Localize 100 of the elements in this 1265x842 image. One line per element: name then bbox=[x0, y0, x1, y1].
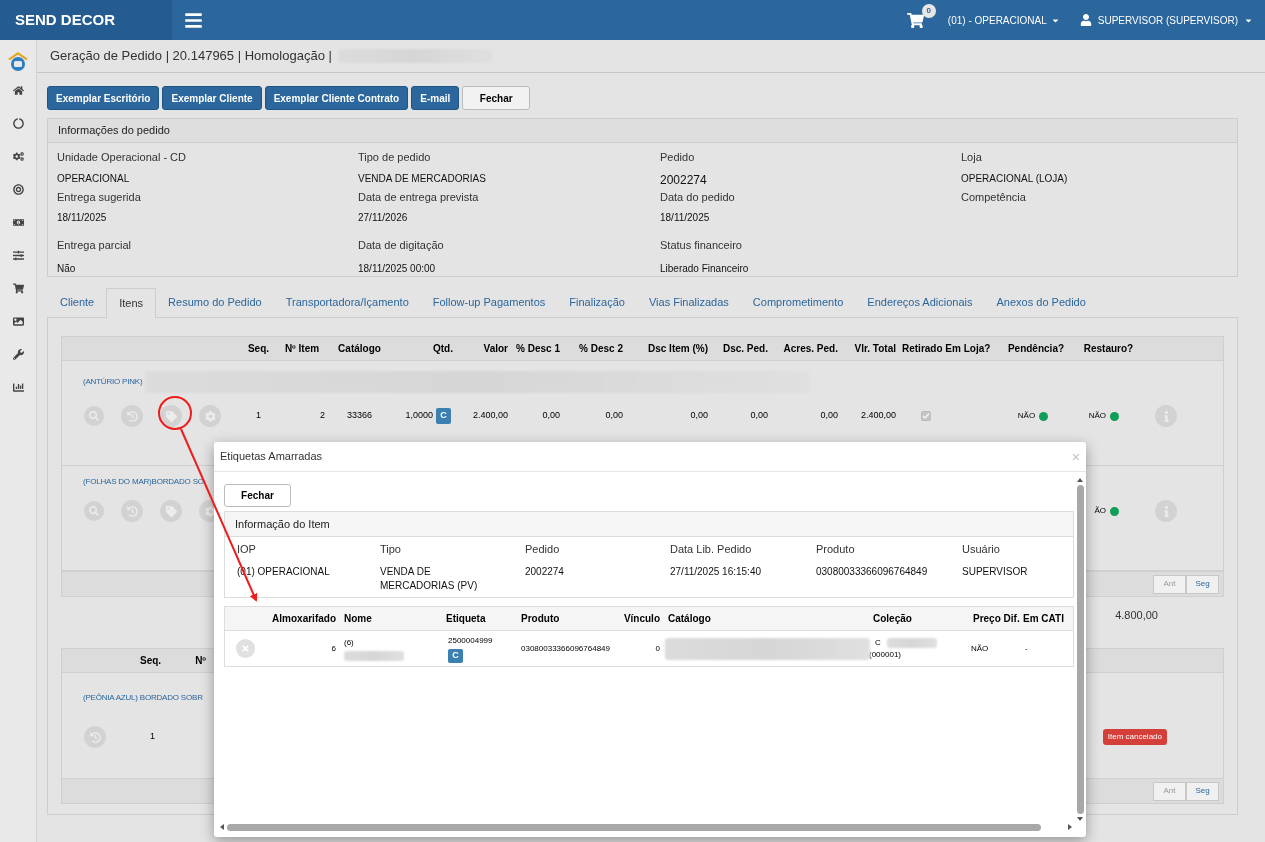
action-button[interactable]: E-mail bbox=[411, 86, 460, 110]
field-value: 03080033366096764849 bbox=[816, 564, 929, 579]
tab[interactable]: Transportadora/Içamento bbox=[273, 287, 421, 317]
horizontal-scrollbar[interactable] bbox=[220, 821, 1072, 833]
tab[interactable]: Follow-up Pagamentos bbox=[420, 287, 558, 317]
column-header: % Desc 1 bbox=[516, 342, 560, 356]
table-cell: 0 bbox=[655, 642, 660, 655]
field-value: 18/11/2025 bbox=[57, 211, 108, 225]
status-badge: Item cancelado bbox=[1102, 729, 1167, 745]
table-cell: 33366 bbox=[347, 409, 372, 423]
tag-icon[interactable] bbox=[160, 405, 182, 427]
home-icon[interactable] bbox=[12, 85, 24, 96]
action-button[interactable]: Fechar bbox=[462, 86, 531, 110]
user-menu[interactable]: SUPERVISOR (SUPERVISOR) bbox=[1079, 12, 1253, 28]
tab[interactable]: Finalização bbox=[557, 287, 637, 317]
field-value: 18/11/2025 00:00 bbox=[358, 261, 437, 276]
column-header: Dsc Item (%) bbox=[648, 342, 708, 356]
column-header: % Desc 2 bbox=[579, 342, 623, 356]
menu-icon[interactable] bbox=[184, 10, 203, 30]
table-cell: 0,00 bbox=[690, 409, 708, 423]
image-icon[interactable] bbox=[12, 316, 24, 327]
catalog-badge[interactable]: C bbox=[448, 648, 463, 663]
field-value: VENDA DE MERCADORIAS (PV) bbox=[380, 564, 479, 593]
catalog-badge[interactable]: C bbox=[436, 408, 451, 424]
field-label: Data do pedido bbox=[660, 189, 736, 205]
tab[interactable]: Resumo do Pedido bbox=[156, 287, 274, 317]
column-header: Vlr. Total bbox=[854, 342, 896, 356]
table-cell: 2500004999 bbox=[448, 634, 493, 647]
field-label: Competência bbox=[961, 189, 1027, 205]
gears-icon[interactable] bbox=[12, 151, 24, 162]
money-icon[interactable] bbox=[12, 217, 24, 228]
column-header: Restauro? bbox=[1083, 342, 1134, 356]
table-cell: 0,00 bbox=[542, 409, 560, 423]
column-header: Coleção bbox=[873, 612, 912, 626]
pager-button[interactable]: Ant bbox=[1153, 781, 1186, 801]
tab[interactable]: Itens bbox=[106, 288, 157, 318]
tab[interactable]: Cliente bbox=[48, 287, 107, 317]
column-header: Seq. bbox=[247, 342, 270, 356]
table-cell: 2 bbox=[320, 409, 325, 423]
pager-button[interactable]: Ant bbox=[1153, 574, 1186, 594]
field-value: 18/11/2025 bbox=[660, 211, 711, 225]
table-cell: 0,00 bbox=[820, 409, 838, 423]
pager-button[interactable]: Seg bbox=[1186, 574, 1219, 594]
close-dialog-button[interactable]: Fechar bbox=[224, 484, 291, 507]
sliders-icon[interactable] bbox=[12, 250, 24, 261]
field-label: Data Lib. Pedido bbox=[670, 542, 753, 557]
wrench-icon[interactable] bbox=[12, 349, 24, 360]
column-header: Vínculo bbox=[623, 612, 660, 626]
tab[interactable]: Anexos do Pedido bbox=[984, 287, 1098, 317]
tab[interactable]: Comprometimento bbox=[740, 287, 856, 317]
cart-icon[interactable] bbox=[12, 283, 24, 294]
highlight-circle bbox=[158, 396, 192, 430]
tab[interactable]: Endereços Adicionais bbox=[855, 287, 985, 317]
column-header: Etiqueta bbox=[446, 612, 486, 626]
column-header: Catálogo bbox=[338, 342, 381, 356]
field-label: Pedido bbox=[525, 542, 561, 557]
redacted-block bbox=[886, 637, 937, 648]
field-value: OPERACIONAL bbox=[57, 171, 131, 186]
action-button[interactable]: Exemplar Cliente Contrato bbox=[264, 86, 409, 110]
item-name: (PEÔNIA AZUL) BORDADO SOBR bbox=[83, 693, 203, 702]
pager-button[interactable]: Seg bbox=[1186, 781, 1219, 801]
table-cell: 2.400,00 bbox=[472, 409, 508, 423]
panel-title: Informação do Item bbox=[235, 516, 330, 532]
table-cell: ÃO bbox=[1094, 505, 1106, 517]
spinner-icon[interactable] bbox=[12, 118, 24, 129]
checkbox[interactable] bbox=[921, 411, 931, 421]
logo-icon[interactable] bbox=[7, 50, 29, 72]
table-cell: C bbox=[875, 636, 881, 649]
tab[interactable]: Vias Finalizadas bbox=[636, 287, 741, 317]
field-value: 2002274 bbox=[525, 564, 565, 579]
cart-icon[interactable] bbox=[906, 11, 924, 29]
column-header: Nº bbox=[195, 654, 206, 668]
field-value: Liberado Financeiro bbox=[660, 261, 750, 276]
column-header: Qtd. bbox=[433, 342, 453, 356]
action-button[interactable]: Exemplar Cliente bbox=[162, 86, 262, 110]
field-label: Status financeiro bbox=[660, 238, 743, 253]
column-header: Acres. Ped. bbox=[783, 342, 838, 356]
action-button[interactable]: Exemplar Escritório bbox=[47, 86, 160, 110]
field-label: Entrega parcial bbox=[57, 238, 132, 253]
table-cell: 1,0000 bbox=[405, 409, 433, 423]
column-header: Almoxarifado bbox=[272, 612, 336, 626]
vertical-scrollbar[interactable] bbox=[1074, 478, 1086, 821]
column-header: Pendência? bbox=[1007, 342, 1065, 356]
field-value: OPERACIONAL (LOJA) bbox=[961, 171, 1069, 186]
page-title: Geração de Pedido | 20.147965 | Homologação | bbox=[50, 47, 332, 66]
field-label: Data de digitação bbox=[358, 238, 445, 253]
cart-count-badge: 0 bbox=[921, 3, 936, 18]
unit-dropdown[interactable]: (01) - OPERACIONAL bbox=[947, 12, 1060, 28]
column-header: Nº Item bbox=[284, 342, 320, 356]
table-cell: 2.400,00 bbox=[860, 409, 896, 423]
field-label: Tipo bbox=[380, 542, 402, 557]
field-label: Entrega sugerida bbox=[57, 189, 142, 205]
table-cell: NÃO bbox=[1017, 410, 1036, 422]
column-header: Catálogo bbox=[668, 612, 711, 626]
bar-chart-icon[interactable] bbox=[12, 382, 24, 393]
table-cell: 0,00 bbox=[605, 409, 623, 423]
column-header: Dsc. Ped. bbox=[722, 342, 768, 356]
field-label: Usuário bbox=[962, 542, 1001, 557]
target-icon[interactable] bbox=[12, 184, 24, 195]
redacted-block bbox=[344, 650, 404, 661]
